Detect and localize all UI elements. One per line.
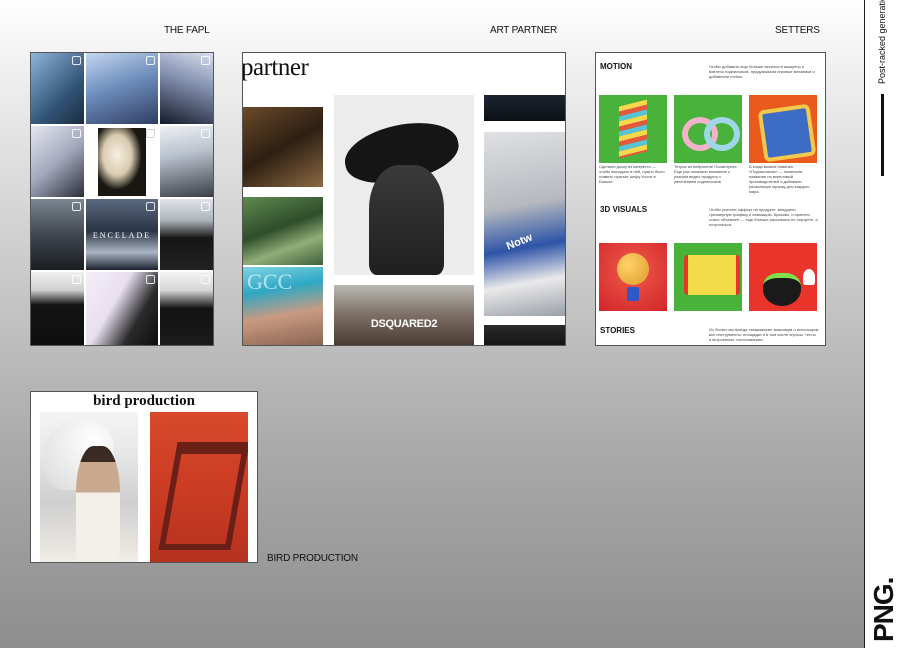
bird-production-photo-angel[interactable]: [40, 412, 138, 562]
fapl-post-8-caption: ENCELADE: [92, 231, 152, 240]
multi-post-icon: [72, 129, 81, 138]
fapl-post-4[interactable]: [31, 126, 84, 197]
bird-production-photo-chair[interactable]: [150, 412, 248, 562]
fapl-post-7[interactable]: [31, 199, 84, 270]
chair-sculpture-shape: [158, 442, 248, 550]
art-partner-card[interactable]: partner GCC DSQUARED2 Notw: [242, 52, 566, 346]
art-partner-thumb-5[interactable]: Notw: [484, 132, 565, 316]
art-partner-thumb-4[interactable]: [484, 95, 565, 121]
game-board-icon: [684, 255, 740, 295]
fapl-post-11[interactable]: [86, 272, 158, 345]
ghost-icon: [803, 269, 815, 285]
setters-visuals-text: Чтобы усилить эффект на продукте, внедри…: [709, 207, 818, 227]
fapl-post-5[interactable]: [86, 126, 158, 197]
multi-post-icon: [201, 56, 210, 65]
fapl-post-9[interactable]: [160, 199, 213, 270]
blocks-icon: [619, 99, 647, 159]
art-partner-feature-portrait[interactable]: [334, 95, 474, 275]
art-partner-thumb-3[interactable]: GCC: [243, 267, 323, 345]
multi-post-icon: [146, 129, 155, 138]
setters-motion-caption-2: Тетрис из нейросети! Посмотрите. Еще раз…: [674, 164, 738, 184]
setters-motion-heading: MOTION: [600, 62, 632, 71]
fapl-post-3[interactable]: [160, 53, 213, 124]
infinity-icon-right: [704, 117, 740, 151]
multi-post-icon: [201, 129, 210, 138]
bird-production-heading: bird production: [93, 393, 195, 409]
setters-stories-heading: STORIES: [600, 326, 635, 335]
reel-icon: [146, 275, 155, 284]
setters-motion-text: Чтобы добавить еще больше веселья в акка…: [709, 64, 815, 79]
sidebar-divider: [881, 94, 884, 176]
angel-figure-shape: [76, 446, 120, 562]
art-partner-feature-dsquared[interactable]: DSQUARED2: [334, 285, 474, 345]
dsquared-logo: DSQUARED2: [370, 318, 438, 330]
brand-sidebar: Post-racked generation PNG.: [864, 0, 900, 648]
sidebar-logo[interactable]: PNG.: [868, 578, 899, 642]
fapl-post-1[interactable]: [31, 53, 84, 124]
fapl-post-5-art: [98, 128, 146, 196]
reel-icon: [146, 202, 155, 211]
setters-visuals-heading: 3D VISUALS: [600, 205, 648, 214]
motion-tile-blocks[interactable]: [599, 95, 667, 163]
sidebar-tagline: Post-racked generation: [877, 0, 887, 84]
art-partner-thumb-2[interactable]: [243, 197, 323, 265]
fapl-post-2[interactable]: [86, 53, 158, 124]
section-title-bird-production: BIRD PRODUCTION: [267, 553, 358, 564]
globe-icon: [617, 253, 649, 285]
setters-card[interactable]: MOTION Чтобы добавить еще больше веселья…: [595, 52, 826, 346]
portrait-figure-shape: [369, 165, 444, 275]
section-title-setters: SETTERS: [775, 25, 820, 36]
section-title-fapl: THE FAPL: [164, 25, 210, 36]
visuals-tile-globe[interactable]: [599, 243, 667, 311]
section-title-art-partner: ART PARTNER: [490, 25, 558, 36]
art-partner-logo: partner: [242, 54, 309, 81]
multi-post-icon: [201, 275, 210, 284]
fapl-post-10[interactable]: [31, 272, 84, 345]
multi-post-icon: [72, 275, 81, 284]
setters-motion-caption-3: А когда вышла новинка «Подписчиков» — по…: [749, 164, 810, 194]
art-partner-thumb-6[interactable]: [484, 325, 565, 345]
board-icon: [757, 103, 817, 163]
multi-post-icon: [72, 202, 81, 211]
art-partner-thumb-1[interactable]: [243, 107, 323, 187]
visuals-tile-cauldron[interactable]: [749, 243, 817, 311]
bird-production-card[interactable]: bird production: [30, 391, 258, 563]
visuals-tile-game[interactable]: [674, 243, 742, 311]
fapl-post-6[interactable]: [160, 126, 213, 197]
setters-stories-text: Из Stories мы всегда «выжимаем» максимум…: [709, 327, 819, 342]
cauldron-icon: [763, 273, 801, 306]
motion-tile-infinity[interactable]: [674, 95, 742, 163]
art-partner-thumb-3-text: GCC: [247, 269, 293, 294]
multi-post-icon: [72, 56, 81, 65]
setters-motion-caption-1: Сделали доску из конфетти — чтобы выпада…: [599, 164, 665, 184]
fapl-post-8[interactable]: ENCELADE: [86, 199, 158, 270]
fapl-post-12[interactable]: [160, 272, 213, 345]
art-partner-thumb-5-text: Notw: [504, 231, 535, 253]
fapl-card[interactable]: ENCELADE: [30, 52, 214, 346]
motion-tile-board[interactable]: [749, 95, 817, 163]
globe-stand-icon: [627, 287, 639, 301]
multi-post-icon: [201, 202, 210, 211]
multi-post-icon: [146, 56, 155, 65]
